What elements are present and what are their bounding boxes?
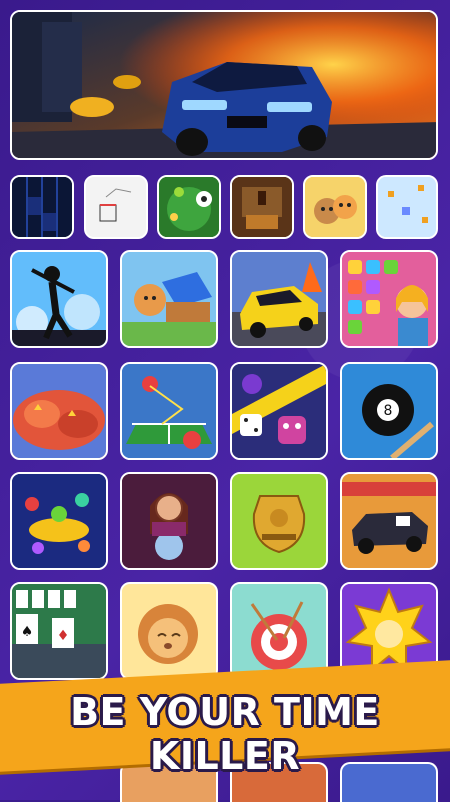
match-3-candy-icon	[342, 252, 436, 346]
8-ball-icon: 8	[342, 364, 436, 458]
yellow-sports-car-icon	[232, 252, 326, 346]
snake-arcade-icon	[378, 177, 436, 237]
demolition-car-icon	[342, 474, 436, 568]
game-tile-fortune-teller[interactable]	[120, 472, 218, 570]
game-tile-darts-target[interactable]	[230, 582, 328, 680]
game-tile-piano-tiles[interactable]	[10, 175, 74, 239]
dice-robots-icon	[232, 364, 326, 458]
game-tile-meteor-strike[interactable]	[10, 362, 108, 460]
hamster-blocks-icon	[122, 252, 216, 346]
game-tile-ping-pong[interactable]	[120, 362, 218, 460]
monster-island-icon	[12, 474, 106, 568]
dart-target-icon	[232, 584, 326, 678]
game-tile-dice-robots[interactable]	[230, 362, 328, 460]
game-tile-car-parking[interactable]	[230, 250, 328, 348]
game-tile-stickman-sniper[interactable]	[10, 250, 108, 348]
puppy-cat-icon	[305, 177, 365, 237]
svg-text:8: 8	[384, 403, 393, 419]
game-tile-golden-urn[interactable]	[230, 472, 328, 570]
game-tile-solitaire[interactable]: ♠ ♦	[10, 582, 108, 680]
meteor-fire-icon	[12, 364, 106, 458]
game-tile-soccer-pinball[interactable]	[157, 175, 221, 239]
game-tile-puppy-cat[interactable]	[303, 175, 367, 239]
racing-car-hero-image	[12, 12, 436, 158]
solitaire-cards-icon: ♠ ♦	[12, 584, 106, 678]
game-tile-8-ball-pool[interactable]: 8	[340, 362, 438, 460]
hero-banner[interactable]	[10, 10, 438, 160]
soccer-ball-icon	[159, 177, 219, 237]
game-tile-snake-arcade[interactable]	[376, 175, 438, 239]
fortune-teller-icon	[122, 474, 216, 568]
game-tile-sleeping-lion[interactable]	[120, 582, 218, 680]
golden-urn-icon	[232, 474, 326, 568]
promo-title: BE YOUR TIME KILLER	[70, 690, 380, 778]
game-tile-monster-island[interactable]	[10, 472, 108, 570]
game-tile-basketball[interactable]	[84, 175, 148, 239]
treasure-chest-icon	[232, 177, 292, 237]
game-tile-match-3-girl[interactable]	[340, 250, 438, 348]
game-tile-chest-puzzle[interactable]	[230, 175, 294, 239]
piano-tiles-icon	[12, 177, 72, 237]
svg-text:♦: ♦	[57, 628, 70, 644]
ping-pong-table-icon	[122, 364, 216, 458]
basketball-hoop-icon	[86, 177, 146, 237]
game-tile-demolition-car[interactable]	[340, 472, 438, 570]
svg-text:♠: ♠	[21, 624, 34, 640]
stickman-sniper-icon	[12, 252, 106, 346]
game-tile-hamster-blocks[interactable]	[120, 250, 218, 348]
sleeping-lion-icon	[122, 584, 216, 678]
